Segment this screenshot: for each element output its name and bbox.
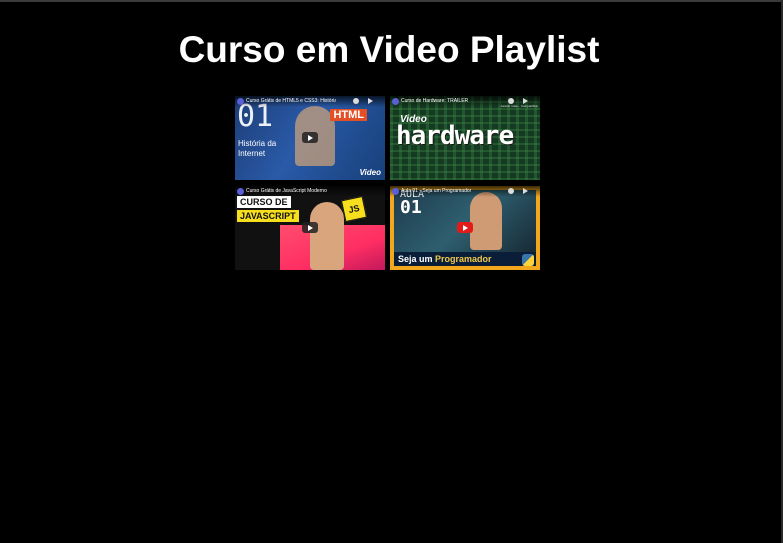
player-top-bar: Curso Grátis de HTML5 e CSS3: História d… xyxy=(235,96,385,107)
video-embed-python[interactable]: AULA 01 Seja um Programador Aula 01 - Se… xyxy=(390,186,540,270)
channel-avatar-icon[interactable] xyxy=(237,188,244,195)
channel-avatar-icon[interactable] xyxy=(237,98,244,105)
share-icon[interactable] xyxy=(523,188,528,194)
play-button-icon[interactable] xyxy=(302,222,318,233)
player-top-bar: Aula 01 - Seja um Programador xyxy=(390,186,540,197)
channel-avatar-icon[interactable] xyxy=(392,98,399,105)
share-icon[interactable] xyxy=(368,98,373,104)
watch-later-icon[interactable] xyxy=(353,98,359,104)
thumbnail-line-2: JAVASCRIPT xyxy=(237,210,299,222)
window-top-border xyxy=(0,0,783,2)
thumbnail-title-word: hardware xyxy=(396,121,514,151)
thumbnail-caption: História da Internet xyxy=(238,139,277,158)
thumbnail-line-1: CURSO DE xyxy=(237,196,291,208)
thumbnail-presenter-image xyxy=(310,202,344,270)
python-logo-icon xyxy=(522,254,534,266)
video-embed-javascript[interactable]: CURSO DE JAVASCRIPT JS Curso Grátis de J… xyxy=(235,186,385,270)
video-embed-hardware[interactable]: Video hardware Curso de Hardware: TRAILE… xyxy=(390,96,540,180)
channel-avatar-icon[interactable] xyxy=(392,188,399,195)
player-top-bar: Curso Grátis de JavaScript Moderno xyxy=(235,186,385,197)
thumbnail-brand-logo: Video xyxy=(359,168,381,177)
thumbnail-presenter-image xyxy=(470,192,502,250)
player-top-bar: Curso de Hardware: TRAILER Assistir mais… xyxy=(390,96,540,108)
thumbnail-episode-number: 01 xyxy=(400,197,422,218)
play-button-icon[interactable] xyxy=(457,222,473,233)
video-title-link[interactable]: Aula 01 - Seja um Programador xyxy=(401,188,471,194)
play-button-icon[interactable] xyxy=(302,132,318,143)
player-action-labels: Assistir mais... Compartilhar xyxy=(500,104,538,108)
thumbnail-footer-banner: Seja um Programador xyxy=(394,252,536,266)
js-logo-icon: JS xyxy=(340,195,368,223)
video-title-link[interactable]: Curso de Hardware: TRAILER xyxy=(401,98,468,104)
watch-later-icon[interactable] xyxy=(508,188,514,194)
video-title-link[interactable]: Curso Grátis de JavaScript Moderno xyxy=(246,188,327,194)
page-title: Curso em Video Playlist xyxy=(178,29,600,70)
video-embed-html-css[interactable]: 01 História da Internet HTML Video Curso… xyxy=(235,96,385,180)
video-title-link[interactable]: Curso Grátis de HTML5 e CSS3: História d… xyxy=(246,98,336,104)
video-playlist-grid: 01 História da Internet HTML Video Curso… xyxy=(235,96,540,270)
thumbnail-badge: HTML xyxy=(330,109,367,121)
